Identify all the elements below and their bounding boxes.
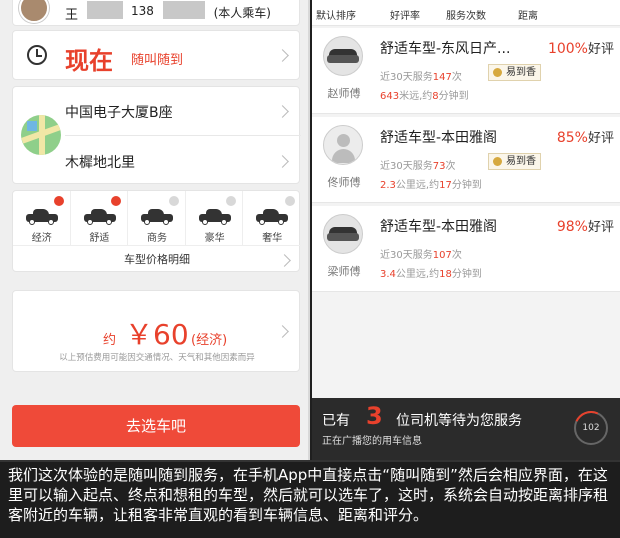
driver-rating: 85%好评 bbox=[556, 130, 614, 146]
driver-badge: 易到香 bbox=[488, 64, 541, 81]
screenshot-root: 王 138 (本人乘车) 现在 随叫随到 中国电子大厦B座 木樨地北里 经济 舒适… bbox=[0, 0, 620, 538]
checked-icon bbox=[53, 196, 64, 206]
car-type-option[interactable]: 商务 bbox=[128, 191, 186, 245]
caption-text: 我们这次体验的是随叫随到服务，在手机App中直接点击“随叫随到”然后会相应界面，… bbox=[8, 466, 609, 524]
passenger-name: 王 bbox=[65, 8, 79, 23]
passenger-tag: (本人乘车) bbox=[213, 6, 271, 20]
driver-name: 佟师傅 bbox=[327, 176, 361, 189]
chevron-right-icon bbox=[276, 49, 289, 62]
end-location[interactable]: 木樨地北里 bbox=[65, 152, 135, 172]
chevron-right-icon[interactable] bbox=[276, 325, 289, 338]
sort-bar: 默认排序 好评率 服务次数 距离 bbox=[312, 0, 620, 26]
car-type-label: 商务 bbox=[146, 233, 167, 244]
divider bbox=[65, 135, 301, 136]
waiting-prefix: 已有 bbox=[322, 413, 350, 429]
driver-badge: 易到香 bbox=[488, 153, 541, 170]
sort-tab-distance[interactable]: 距离 bbox=[518, 7, 538, 22]
car-icon bbox=[256, 209, 289, 225]
estimate-note: 以上预估费用可能因交通情况、天气和其他因素而异 bbox=[59, 353, 255, 363]
time-sub-label: 随叫随到 bbox=[131, 53, 184, 68]
price-detail-label: 车型价格明细 bbox=[124, 253, 190, 266]
driver-name: 赵师傅 bbox=[327, 87, 361, 100]
car-type-label: 豪华 bbox=[204, 233, 225, 244]
sort-tab-default[interactable]: 默认排序 bbox=[316, 7, 356, 22]
driver-car-model: 舒适车型-东风日产... bbox=[380, 41, 511, 57]
select-car-button[interactable]: 去选车吧 bbox=[12, 405, 300, 447]
car-type-selector: 经济 舒适 商务 豪华 奢华 车型价格明细 bbox=[12, 190, 301, 273]
start-location[interactable]: 中国电子大厦B座 bbox=[65, 102, 173, 122]
estimate-type: (经济) bbox=[191, 333, 228, 348]
map-icon bbox=[21, 115, 61, 155]
car-type-option[interactable]: 舒适 bbox=[71, 191, 129, 245]
driver-car-model: 舒适车型-本田雅阁 bbox=[380, 219, 498, 235]
car-type-option[interactable]: 奢华 bbox=[243, 191, 301, 245]
car-type-label: 舒适 bbox=[89, 233, 110, 244]
broadcast-status: 正在广播您的用车信息 bbox=[322, 436, 422, 447]
car-icon bbox=[198, 209, 231, 225]
driver-list-item[interactable]: 佟师傅 舒适车型-本田雅阁 85%好评近30天服务73次 易到香 2.3公里远,约17分… bbox=[312, 117, 620, 203]
unchecked-icon bbox=[226, 196, 237, 206]
car-type-label: 奢华 bbox=[262, 233, 283, 244]
clock-icon bbox=[27, 45, 47, 65]
car-type-label: 经济 bbox=[31, 233, 52, 244]
driver-list-screen: 默认排序 好评率 服务次数 距离 赵师傅 舒适车型-东风日产... 100%好评近3… bbox=[312, 0, 620, 460]
car-icon bbox=[83, 209, 116, 225]
chevron-right-icon bbox=[278, 254, 291, 267]
unchecked-icon bbox=[168, 196, 179, 206]
estimate-prefix: 约 bbox=[103, 333, 117, 348]
unchecked-icon bbox=[284, 196, 295, 206]
driver-service-count: 近30天服务107次 bbox=[380, 250, 462, 261]
driver-distance: 2.3公里远,约17分钟到 bbox=[380, 180, 482, 191]
driver-rating: 98%好评 bbox=[556, 219, 614, 235]
waiting-suffix: 位司机等待为您服务 bbox=[396, 413, 522, 429]
blurred-text bbox=[87, 1, 123, 19]
driver-name: 梁师傅 bbox=[327, 265, 361, 278]
blurred-text bbox=[163, 1, 205, 19]
passenger-phone: 138 bbox=[131, 4, 154, 18]
car-icon bbox=[26, 209, 58, 225]
waiting-driver-count: 3 bbox=[366, 402, 383, 430]
checked-icon bbox=[111, 196, 122, 206]
sort-tab-rating[interactable]: 好评率 bbox=[390, 7, 420, 22]
driver-distance: 3.4公里远,约18分钟到 bbox=[380, 269, 482, 280]
driver-car-model: 舒适车型-本田雅阁 bbox=[380, 130, 498, 146]
fare-estimate: 约 ￥60 (经济) 以上预估费用可能因交通情况、天气和其他因素而异 bbox=[12, 290, 300, 372]
price-detail-button[interactable]: 车型价格明细 bbox=[13, 245, 301, 273]
avatar bbox=[19, 0, 49, 23]
waiting-status-bar: 已有 3 位司机等待为您服务 正在广播您的用车信息 102 bbox=[312, 398, 620, 460]
driver-avatar bbox=[323, 214, 363, 254]
sort-tab-services[interactable]: 服务次数 bbox=[446, 7, 486, 22]
medal-icon bbox=[493, 157, 502, 166]
chevron-right-icon bbox=[276, 155, 289, 168]
driver-distance: 643米远,约8分钟到 bbox=[380, 91, 469, 102]
driver-list-item[interactable]: 赵师傅 舒适车型-东风日产... 100%好评近30天服务147次 易到香 643米远,… bbox=[312, 28, 620, 114]
time-label: 现在 bbox=[65, 47, 113, 75]
driver-service-count: 近30天服务147次 bbox=[380, 72, 462, 83]
medal-icon bbox=[493, 68, 502, 77]
car-type-option[interactable]: 经济 bbox=[13, 191, 71, 245]
timer-progress-arc bbox=[569, 406, 613, 450]
time-selector[interactable]: 现在 随叫随到 bbox=[12, 30, 300, 80]
chevron-right-icon bbox=[276, 105, 289, 118]
driver-rating: 100%好评 bbox=[547, 41, 614, 57]
passenger-card[interactable]: 王 138 (本人乘车) bbox=[12, 0, 300, 26]
driver-list-item[interactable]: 梁师傅 舒适车型-本田雅阁 98%好评近30天服务107次 3.4公里远,约18分钟到 bbox=[312, 206, 620, 292]
car-type-option[interactable]: 豪华 bbox=[186, 191, 244, 245]
estimate-price: ￥60 bbox=[125, 318, 189, 351]
route-card: 中国电子大厦B座 木樨地北里 bbox=[12, 86, 301, 184]
driver-avatar bbox=[323, 125, 363, 165]
order-screen: 王 138 (本人乘车) 现在 随叫随到 中国电子大厦B座 木樨地北里 经济 舒适… bbox=[0, 0, 310, 460]
car-icon bbox=[141, 209, 174, 225]
driver-service-count: 近30天服务73次 bbox=[380, 161, 456, 172]
caption-area: 我们这次体验的是随叫随到服务，在手机App中直接点击“随叫随到”然后会相应界面，… bbox=[0, 460, 620, 538]
driver-avatar bbox=[323, 36, 363, 76]
